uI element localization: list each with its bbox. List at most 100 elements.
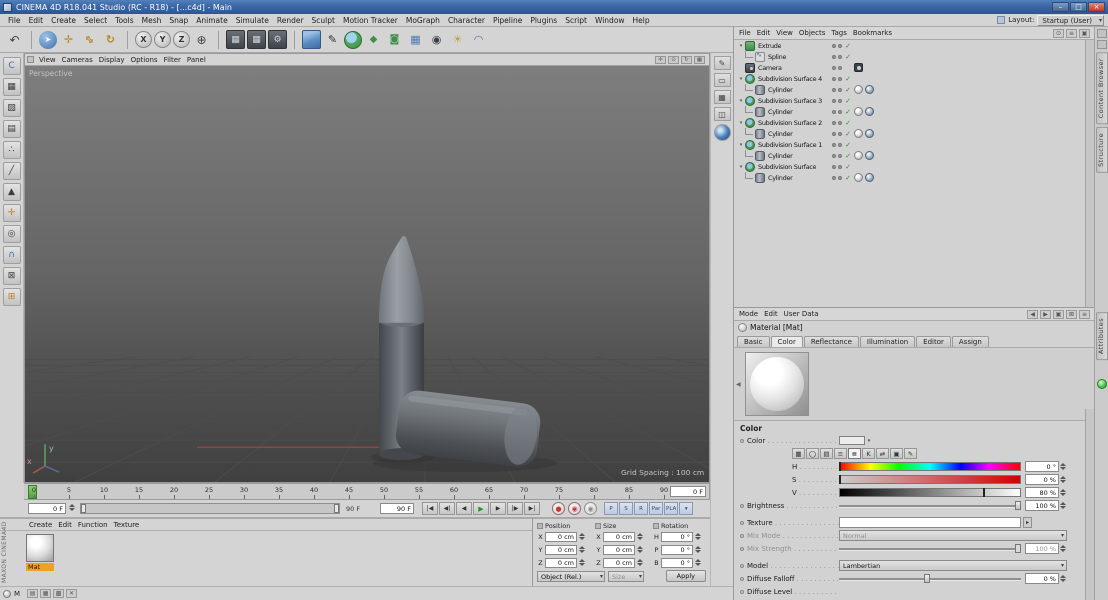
om-menu-tags[interactable]: Tags bbox=[828, 29, 850, 37]
viewport-solo-button[interactable]: ◎ bbox=[2, 225, 21, 243]
mix-mode-select[interactable]: Normal bbox=[839, 530, 1067, 541]
keyframe-dot[interactable] bbox=[740, 533, 744, 538]
preview-range-slider[interactable] bbox=[80, 503, 340, 514]
editor-visibility-dot[interactable] bbox=[832, 153, 836, 158]
am-config-icon[interactable]: ≡ bbox=[1079, 309, 1090, 319]
status-grid-icon[interactable]: ▩ bbox=[53, 589, 65, 598]
menu-create[interactable]: Create bbox=[47, 16, 80, 25]
add-cube-button[interactable] bbox=[302, 30, 321, 49]
editor-visibility-dot[interactable] bbox=[832, 98, 836, 103]
om-menu-objects[interactable]: Objects bbox=[796, 29, 828, 37]
tab-editor[interactable]: Editor bbox=[916, 336, 951, 347]
annotate-button[interactable]: ✎ bbox=[713, 56, 731, 70]
maximize-button[interactable]: □ bbox=[1070, 2, 1087, 12]
menu-simulate[interactable]: Simulate bbox=[232, 16, 273, 25]
coord-spinner[interactable] bbox=[637, 546, 643, 553]
polygons-mode-button[interactable]: ▲ bbox=[2, 183, 21, 201]
key-position-toggle[interactable]: P bbox=[604, 502, 618, 515]
coord-field-position-z[interactable]: 0 cm bbox=[545, 557, 577, 568]
tree-item-subdivision-surface-3[interactable]: ▾ Subdivision Surface 3 ✓ bbox=[734, 95, 1085, 106]
tree-item-camera[interactable]: Camera bbox=[734, 62, 1085, 73]
render-visibility-dot[interactable] bbox=[838, 175, 842, 180]
expand-toggle[interactable]: ▾ bbox=[737, 43, 745, 49]
coord-field-size-x[interactable]: 0 cm bbox=[603, 531, 635, 542]
value-spinner[interactable] bbox=[1060, 489, 1066, 496]
zoom-view-icon[interactable]: ⊙ bbox=[668, 55, 679, 64]
make-editable-button[interactable]: C bbox=[2, 57, 21, 75]
coord-field-position-y[interactable]: 0 cm bbox=[545, 544, 577, 555]
menu-pipeline[interactable]: Pipeline bbox=[489, 16, 526, 25]
tab-illumination[interactable]: Illumination bbox=[859, 336, 916, 347]
hue-field[interactable]: 0 ° bbox=[1025, 461, 1059, 472]
rgb-mode-icon[interactable]: ≡ bbox=[834, 448, 847, 459]
tab-color[interactable]: Color bbox=[770, 336, 803, 347]
render-settings-button[interactable]: ⚙ bbox=[268, 30, 287, 49]
render-visibility-dot[interactable] bbox=[838, 142, 842, 147]
render-visibility-dot[interactable] bbox=[838, 98, 842, 103]
enabled-check[interactable]: ✓ bbox=[844, 118, 852, 128]
diffuse-falloff-handle[interactable] bbox=[924, 574, 930, 583]
add-boole-button[interactable]: ◙ bbox=[385, 30, 404, 49]
keyframe-selection-button[interactable]: ◉ bbox=[584, 502, 597, 515]
enabled-check[interactable]: ✓ bbox=[844, 140, 852, 150]
add-floor-button[interactable]: ▦ bbox=[406, 30, 425, 49]
spectrum-mode-icon[interactable]: ▤ bbox=[820, 448, 833, 459]
coord-field-rotation-b[interactable]: 0 ° bbox=[661, 557, 693, 568]
mix-strength-field[interactable]: 100 % bbox=[1025, 543, 1059, 554]
minimize-button[interactable]: – bbox=[1052, 2, 1069, 12]
editor-visibility-dot[interactable] bbox=[832, 175, 836, 180]
hsv-mode-icon[interactable]: ≣ bbox=[848, 448, 861, 459]
menu-window[interactable]: Window bbox=[591, 16, 629, 25]
mm-menu-create[interactable]: Create bbox=[26, 521, 55, 529]
am-menu-mode[interactable]: Mode bbox=[736, 310, 761, 318]
texture-tag-icon[interactable] bbox=[854, 173, 863, 182]
dock-menu-icon[interactable] bbox=[1096, 29, 1107, 38]
add-subdivision-surface-button[interactable] bbox=[344, 30, 362, 49]
menu-tools[interactable]: Tools bbox=[111, 16, 137, 25]
saturation-field[interactable]: 0 % bbox=[1025, 474, 1059, 485]
tree-item-cylinder[interactable]: Cylinder ✓ bbox=[734, 172, 1085, 183]
move-button[interactable]: ✛ bbox=[59, 30, 78, 49]
keyframe-dot[interactable] bbox=[740, 546, 744, 551]
menu-motion-tracker[interactable]: Motion Tracker bbox=[339, 16, 402, 25]
lock-y-axis-button[interactable]: Y bbox=[154, 31, 171, 48]
diffuse-falloff-field[interactable]: 0 % bbox=[1025, 573, 1059, 584]
hue-slider[interactable] bbox=[839, 462, 1021, 471]
record-keyframe-button[interactable]: ● bbox=[552, 502, 565, 515]
diffuse-falloff-slider[interactable] bbox=[839, 574, 1021, 583]
coord-spinner[interactable] bbox=[637, 559, 643, 566]
menu-select[interactable]: Select bbox=[80, 16, 111, 25]
interactive-workplane-button[interactable]: ⊞ bbox=[2, 288, 21, 306]
mix-strength-slider[interactable] bbox=[839, 544, 1021, 553]
render-visibility-dot[interactable] bbox=[838, 87, 842, 92]
material-preview[interactable] bbox=[745, 352, 809, 416]
keyframe-dot[interactable] bbox=[740, 563, 744, 568]
enabled-check[interactable]: ✓ bbox=[844, 129, 852, 139]
render-visibility-dot[interactable] bbox=[838, 153, 842, 158]
keyframe-dot[interactable] bbox=[740, 438, 744, 443]
brightness-handle[interactable] bbox=[1015, 501, 1021, 510]
points-mode-button[interactable]: ∴ bbox=[2, 141, 21, 159]
editor-visibility-dot[interactable] bbox=[832, 109, 836, 114]
enabled-check[interactable]: ✓ bbox=[844, 74, 852, 84]
coord-spinner[interactable] bbox=[695, 559, 701, 566]
menu-animate[interactable]: Animate bbox=[192, 16, 231, 25]
mix-strength-spinner[interactable] bbox=[1060, 545, 1066, 552]
enable-axis-button[interactable]: ✛ bbox=[2, 204, 21, 222]
prev-frame-button[interactable]: ◀ bbox=[456, 502, 472, 515]
lock-x-axis-button[interactable]: X bbox=[135, 31, 152, 48]
viewport-canvas[interactable]: y x Grid Spacing : 100 cm Perspective bbox=[25, 66, 709, 482]
editor-visibility-dot[interactable] bbox=[832, 76, 836, 81]
tree-item-spline[interactable]: Spline ✓ bbox=[734, 51, 1085, 62]
workplane-mode-button[interactable]: ▤ bbox=[2, 120, 21, 138]
enabled-check[interactable]: ✓ bbox=[844, 173, 852, 183]
keyframe-dot[interactable] bbox=[740, 503, 744, 508]
menu-plugins[interactable]: Plugins bbox=[526, 16, 561, 25]
menu-sculpt[interactable]: Sculpt bbox=[308, 16, 339, 25]
preview-collapse-arrow[interactable] bbox=[736, 381, 742, 388]
texture-tag-icon[interactable] bbox=[854, 107, 863, 116]
editor-visibility-dot[interactable] bbox=[832, 142, 836, 147]
viewport-menu-panel[interactable]: Panel bbox=[184, 56, 209, 64]
panel-button[interactable]: ◫ bbox=[713, 107, 731, 121]
expand-toggle[interactable]: ▾ bbox=[737, 142, 745, 148]
